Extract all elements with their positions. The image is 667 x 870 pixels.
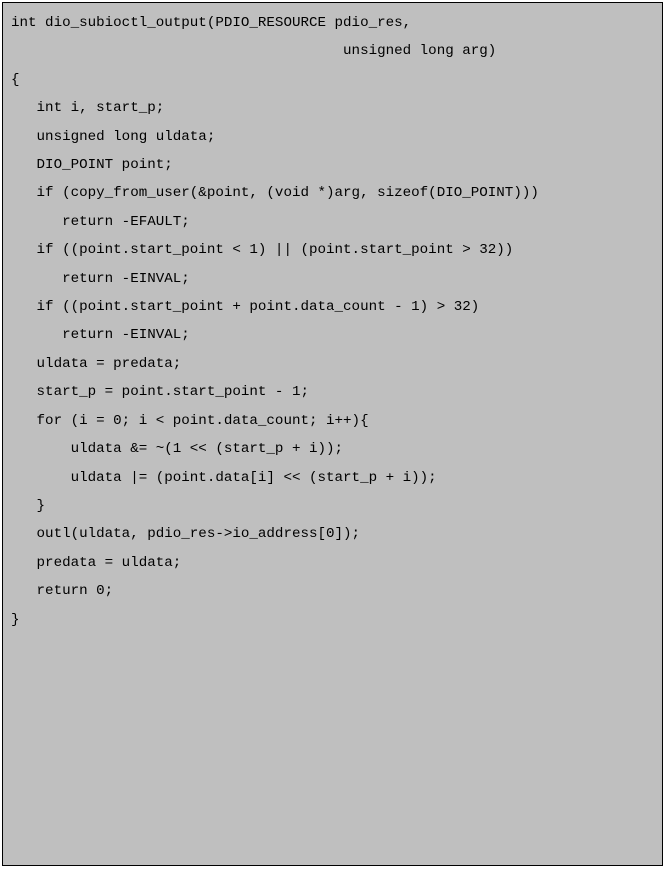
code-line: int dio_subioctl_output(PDIO_RESOURCE pd… — [11, 9, 654, 37]
code-line: for (i = 0; i < point.data_count; i++){ — [11, 407, 654, 435]
code-line: unsigned long uldata; — [11, 123, 654, 151]
code-line: int i, start_p; — [11, 94, 654, 122]
code-line: } — [11, 606, 654, 634]
code-line: return -EFAULT; — [11, 208, 654, 236]
code-line: return 0; — [11, 577, 654, 605]
code-line: return -EINVAL; — [11, 265, 654, 293]
code-line: uldata &= ~(1 << (start_p + i)); — [11, 435, 654, 463]
code-line: if ((point.start_point + point.data_coun… — [11, 293, 654, 321]
code-line: return -EINVAL; — [11, 321, 654, 349]
code-line: DIO_POINT point; — [11, 151, 654, 179]
code-block: int dio_subioctl_output(PDIO_RESOURCE pd… — [2, 2, 663, 866]
code-line: start_p = point.start_point - 1; — [11, 378, 654, 406]
code-line: unsigned long arg) — [11, 37, 654, 65]
code-line: outl(uldata, pdio_res->io_address[0]); — [11, 520, 654, 548]
code-line: uldata = predata; — [11, 350, 654, 378]
code-line: } — [11, 492, 654, 520]
code-line: { — [11, 66, 654, 94]
code-line: if (copy_from_user(&point, (void *)arg, … — [11, 179, 654, 207]
code-line: if ((point.start_point < 1) || (point.st… — [11, 236, 654, 264]
code-line: uldata |= (point.data[i] << (start_p + i… — [11, 464, 654, 492]
code-line: predata = uldata; — [11, 549, 654, 577]
